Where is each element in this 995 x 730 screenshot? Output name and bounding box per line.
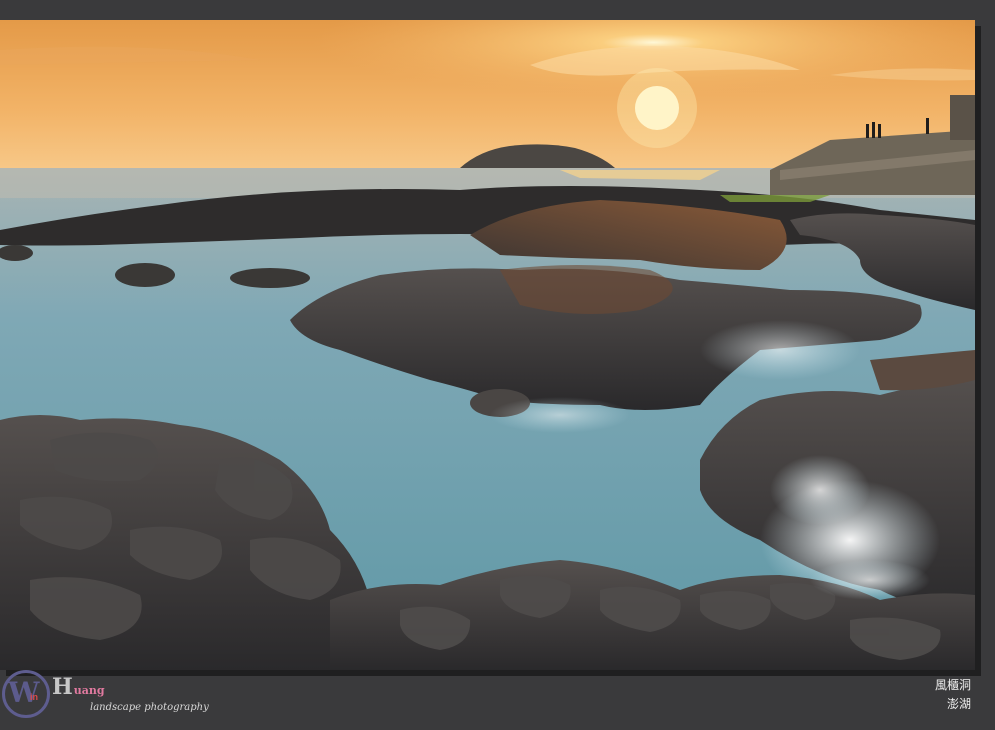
logo-in: in [30, 692, 38, 702]
logo-name-initial: H [52, 674, 74, 700]
watermark-logo: W in Huang landscape photography [0, 668, 260, 730]
caption-line-1: 風櫃洞 [934, 678, 971, 692]
photo-frame [0, 20, 975, 670]
landscape-photo [0, 20, 975, 670]
logo-name: Huang [52, 674, 105, 700]
location-caption: 風櫃洞 澎湖 [935, 676, 971, 714]
caption-line-2: 澎湖 [946, 697, 971, 711]
logo-subtitle: landscape photography [90, 702, 209, 713]
frame-shadow-right [975, 26, 981, 676]
logo-name-rest: uang [73, 684, 105, 697]
